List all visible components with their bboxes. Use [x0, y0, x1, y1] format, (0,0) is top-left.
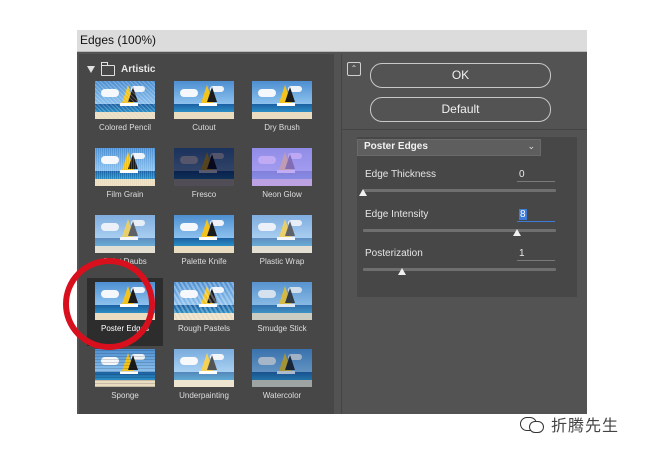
filter-gallery-panel: Artistic Colored Pencil Cutout Dry Brush Fi…	[79, 54, 334, 414]
collapse-gallery-icon[interactable]: ⌃	[347, 62, 361, 76]
param-label: Edge Thickness	[365, 169, 436, 180]
param-label: Posterization	[365, 248, 423, 259]
filter-thumb[interactable]: Fresco	[166, 148, 242, 199]
param-slider[interactable]	[363, 189, 556, 192]
filter-preview-image	[174, 349, 234, 387]
slider-knob[interactable]	[359, 189, 367, 196]
param-slider[interactable]	[363, 229, 556, 232]
chevron-down-icon: ⌄	[527, 141, 535, 151]
window-title: Edges (100%)	[80, 33, 157, 47]
filter-preview-image	[252, 215, 312, 253]
filter-select[interactable]: Poster Edges ⌄	[357, 139, 541, 156]
param-value-field[interactable]: 8	[517, 208, 555, 222]
filter-label: Colored Pencil	[98, 123, 152, 132]
filter-thumb[interactable]: Colored Pencil	[87, 81, 163, 132]
filter-preview-image	[174, 81, 234, 119]
ok-button[interactable]: OK	[370, 63, 551, 88]
filter-thumb[interactable]: Palette Knife	[166, 215, 242, 266]
filter-label: Plastic Wrap	[259, 257, 305, 266]
highlight-circle	[63, 258, 155, 350]
filter-preview-image	[174, 215, 234, 253]
filter-label: Neon Glow	[262, 190, 302, 199]
divider	[342, 129, 587, 130]
slider-knob[interactable]	[398, 268, 406, 275]
expand-triangle-icon[interactable]	[87, 65, 95, 73]
filter-thumb[interactable]: Plastic Wrap	[244, 215, 320, 266]
watermark: 折腾先生	[520, 412, 619, 436]
wechat-icon	[520, 415, 546, 433]
filter-preview-image	[95, 349, 155, 387]
filter-label: Rough Pastels	[177, 324, 231, 333]
filter-thumb[interactable]: Underpainting	[166, 349, 242, 400]
filter-label: Underpainting	[179, 391, 229, 400]
filter-preview-image	[95, 215, 155, 253]
title-bar: Edges (100%)	[77, 30, 587, 52]
filter-thumb[interactable]: Cutout	[166, 81, 242, 132]
filter-preview-image	[252, 282, 312, 320]
filter-label: Smudge Stick	[257, 324, 307, 333]
folder-icon	[101, 61, 115, 76]
filter-label: Fresco	[191, 190, 217, 199]
default-button[interactable]: Default	[370, 97, 551, 122]
param-value-field[interactable]: 1	[517, 247, 555, 261]
filter-select-value: Poster Edges	[364, 141, 428, 152]
watermark-text: 折腾先生	[551, 418, 620, 435]
filter-thumb[interactable]: Dry Brush	[244, 81, 320, 132]
param-value: 0	[519, 169, 525, 180]
filter-preview-image	[252, 148, 312, 186]
param-label: Edge Intensity	[365, 209, 429, 220]
filter-label: Film Grain	[106, 190, 144, 199]
filter-preview-image	[95, 81, 155, 119]
filter-preview-image	[252, 349, 312, 387]
category-label: Artistic	[121, 63, 156, 75]
param-value: 1	[519, 248, 525, 259]
filter-thumb[interactable]: Film Grain	[87, 148, 163, 199]
filter-gallery-window: Edges (100%) Artistic Colored Pencil Cuto…	[77, 30, 587, 414]
filter-thumb[interactable]: Smudge Stick	[244, 282, 320, 333]
filter-thumb[interactable]: Rough Pastels	[166, 282, 242, 333]
filter-thumb[interactable]: Sponge	[87, 349, 163, 400]
param-slider[interactable]	[363, 268, 556, 271]
filter-label: Cutout	[192, 123, 216, 132]
filter-label: Sponge	[111, 391, 139, 400]
slider-knob[interactable]	[513, 229, 521, 236]
category-artistic[interactable]: Artistic	[87, 61, 156, 76]
filter-label: Dry Brush	[264, 123, 300, 132]
filter-thumb[interactable]: Neon Glow	[244, 148, 320, 199]
filter-preview-image	[95, 148, 155, 186]
filter-preview-image	[174, 282, 234, 320]
filter-preview-image	[174, 148, 234, 186]
param-value: 8	[519, 209, 527, 220]
filter-preview-image	[252, 81, 312, 119]
filter-thumb[interactable]: Watercolor	[244, 349, 320, 400]
filter-label: Palette Knife	[181, 257, 227, 266]
filter-label: Watercolor	[262, 391, 302, 400]
param-value-field[interactable]: 0	[517, 168, 555, 182]
